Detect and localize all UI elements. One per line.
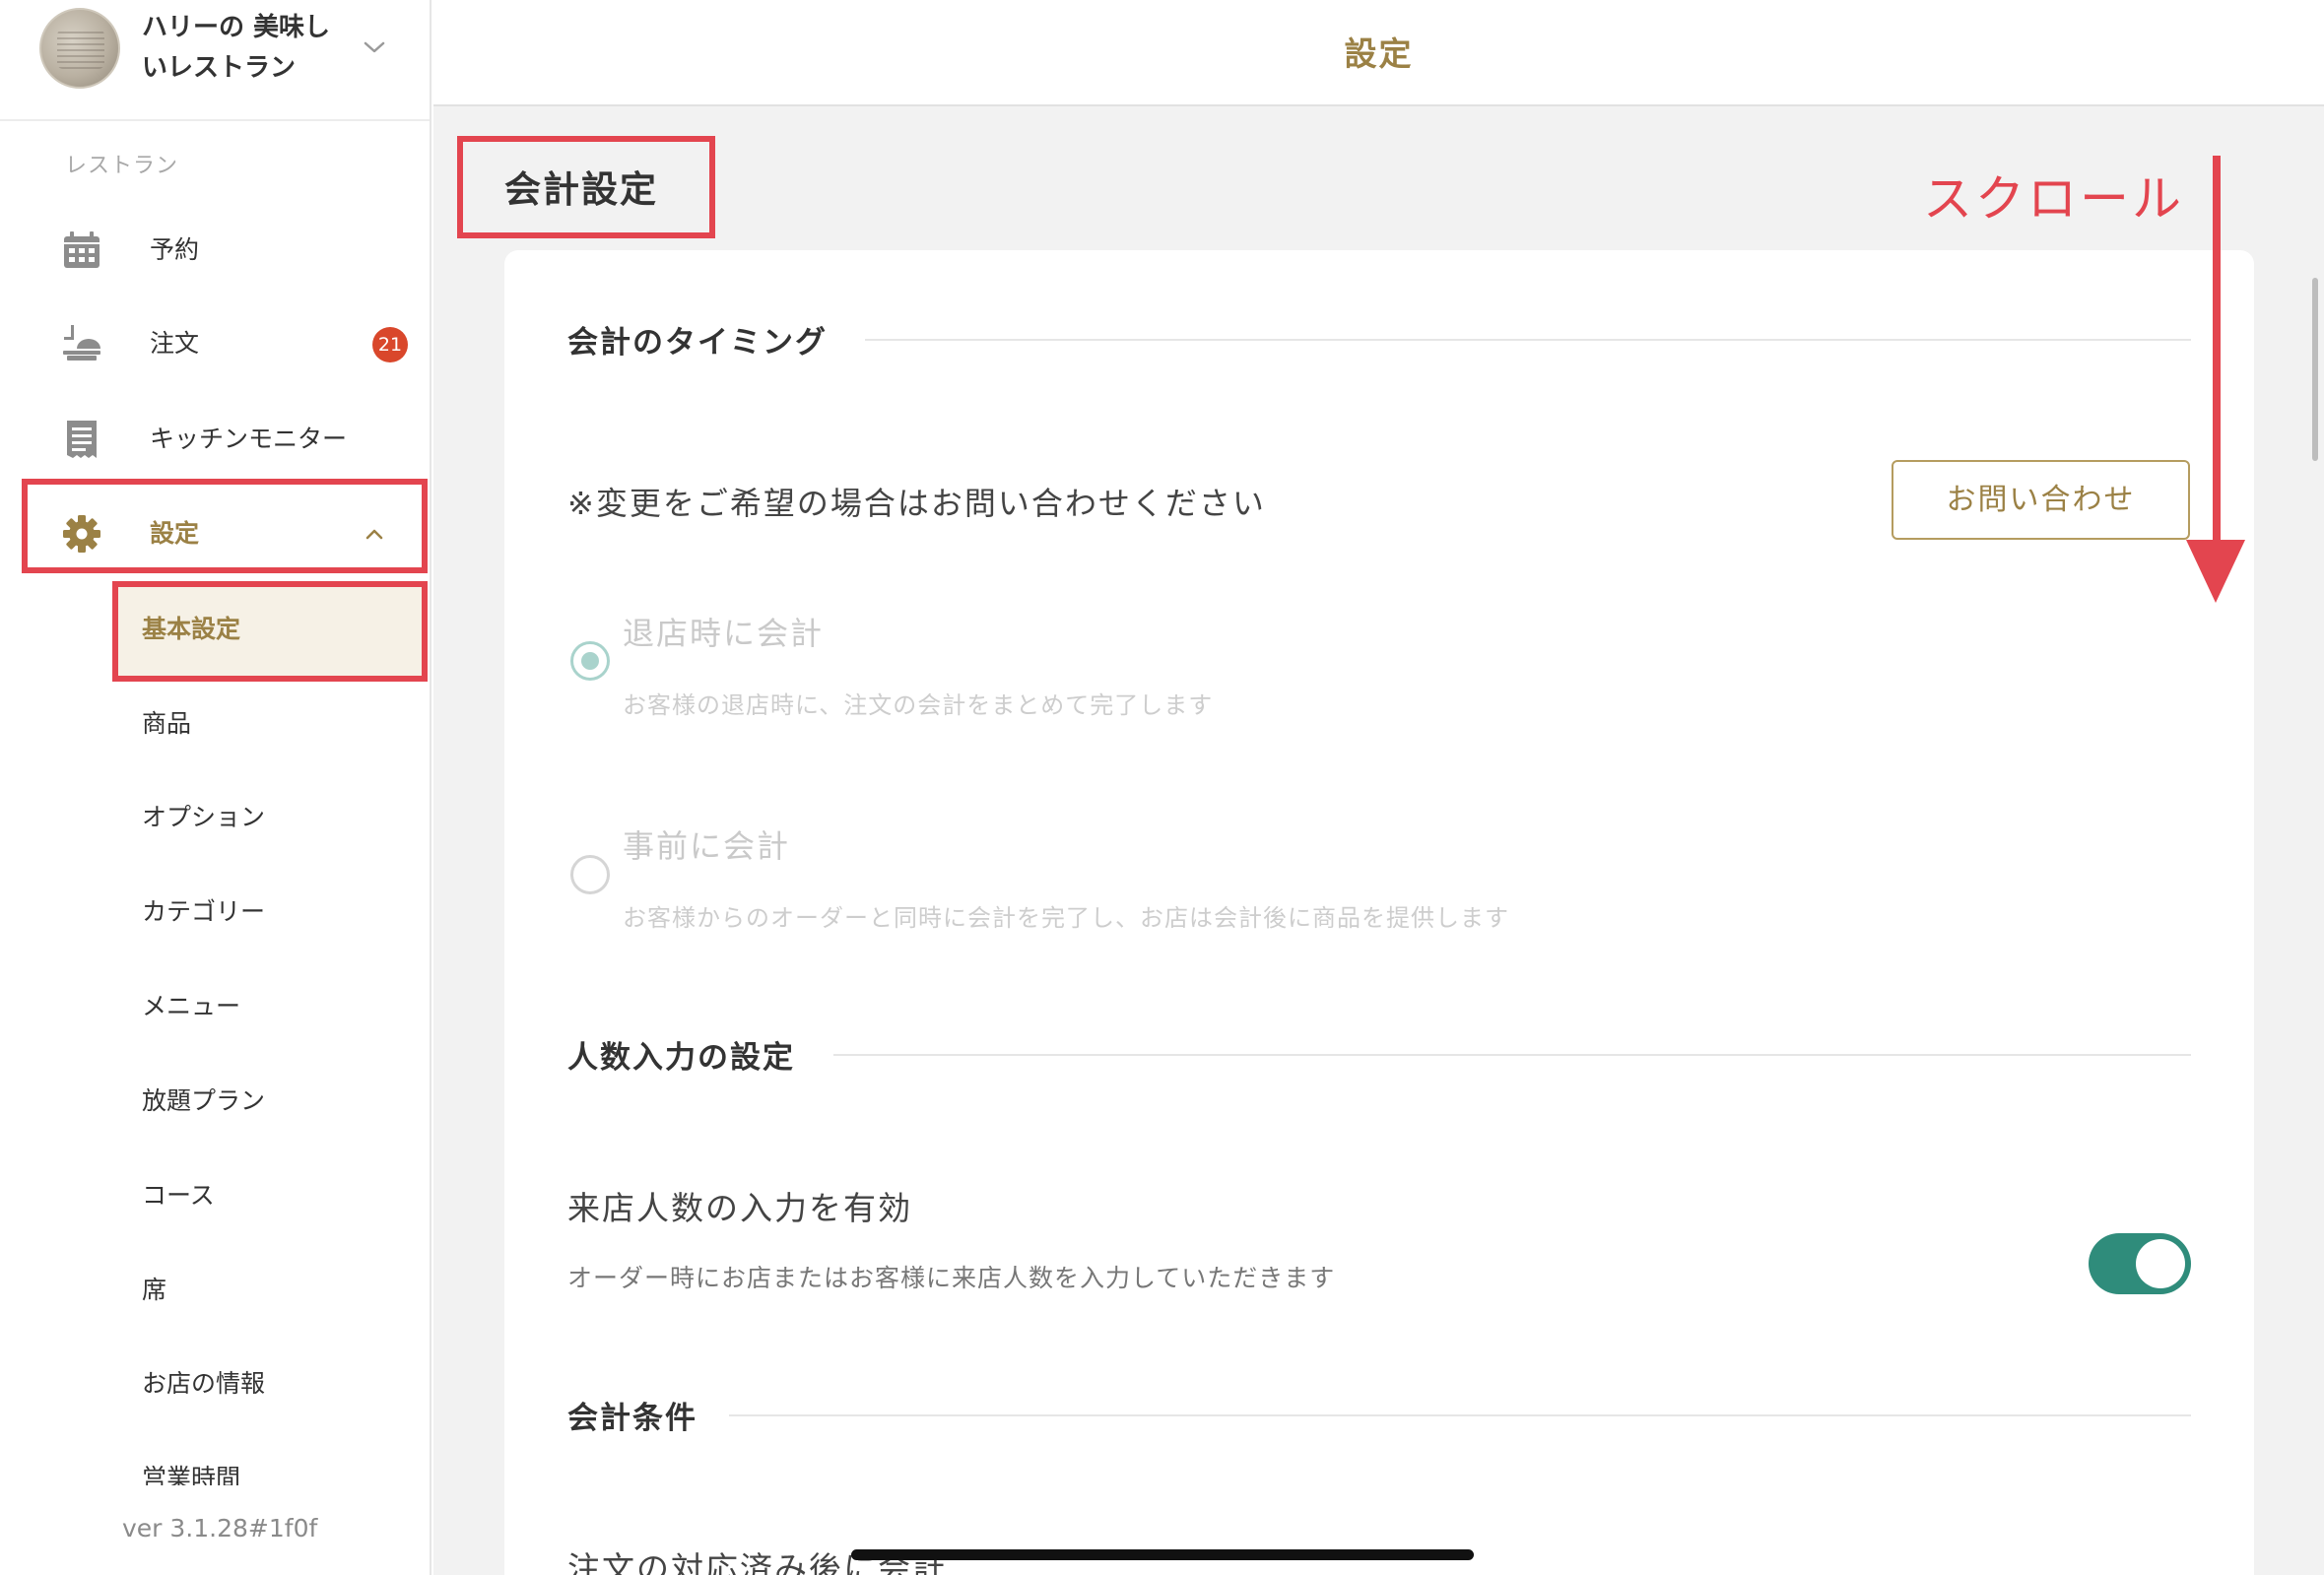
guest-count-description: オーダー時にお店またはお客様に来店人数を入力していただきます (567, 1264, 1336, 1292)
sidebar-item-label: 予約 (150, 235, 200, 264)
food-tray-icon (63, 325, 100, 361)
group-title-guest-count: 人数入力の設定 (567, 1040, 795, 1076)
sub-item-categories[interactable]: カテゴリー (142, 897, 265, 927)
receipt-icon (67, 421, 97, 458)
annotation-highlight-settings (22, 479, 428, 573)
restaurant-avatar (39, 8, 120, 89)
sidebar-item-reservations[interactable]: 予約 (0, 211, 430, 290)
sub-item-store-info[interactable]: お店の情報 (142, 1369, 265, 1399)
page-title: 設定 (1344, 34, 1414, 73)
chevron-down-icon[interactable] (363, 35, 386, 59)
group-title-checkout-timing: 会計のタイミング (567, 325, 828, 361)
sidebar-item-orders[interactable]: 注文 21 (0, 305, 430, 384)
divider (865, 339, 2191, 341)
app-version: ver 3.1.28#1f0f (122, 1514, 318, 1542)
calendar-icon (64, 231, 100, 268)
sub-item-menu[interactable]: メニュー (142, 992, 240, 1021)
sub-item-options[interactable]: オプション (142, 803, 265, 832)
sub-item-business-hours[interactable]: 営業時間 (142, 1464, 240, 1485)
top-bar: 設定 (433, 0, 2324, 106)
sidebar: ハリーの 美味しいレストラン レストラン 予約 注文 21 キッチンモニター 設… (0, 0, 432, 1575)
contact-button[interactable]: お問い合わせ (1892, 460, 2190, 540)
restaurant-switcher[interactable]: ハリーの 美味しいレストラン (0, 0, 430, 121)
change-notice: ※変更をご希望の場合はお問い合わせください (567, 485, 1266, 522)
restaurant-name: ハリーの 美味しいレストラン (142, 13, 331, 83)
sub-item-all-you-can-plan[interactable]: 放題プラン (142, 1086, 265, 1116)
option-title: 事前に会計 (623, 827, 791, 865)
option-description: お客様からのオーダーと同時に会計を完了し、お店は会計後に商品を提供します (623, 904, 1509, 932)
guest-count-label: 来店人数の入力を有効 (567, 1189, 912, 1227)
sub-item-course[interactable]: コース (142, 1181, 215, 1211)
radio-checkout-in-advance[interactable] (570, 855, 610, 894)
app: ハリーの 美味しいレストラン レストラン 予約 注文 21 キッチンモニター 設… (0, 0, 2324, 1575)
sub-item-products[interactable]: 商品 (142, 709, 191, 739)
scroll-arrow-head (2186, 540, 2245, 603)
sidebar-item-label: 注文 (150, 329, 200, 358)
scroll-arrow-line (2213, 156, 2221, 559)
annotation-highlight-basic-settings (112, 581, 428, 682)
radio-checkout-on-exit[interactable] (570, 641, 610, 681)
sub-item-seats[interactable]: 席 (142, 1276, 166, 1305)
divider (729, 1414, 2191, 1416)
option-description: お客様の退店時に、注文の会計をまとめて完了します (623, 691, 1214, 719)
guest-count-toggle[interactable] (2089, 1233, 2191, 1294)
sidebar-item-label: キッチンモニター (150, 425, 348, 453)
option-title: 退店時に会計 (623, 615, 825, 652)
sidebar-section-label: レストラン (65, 154, 179, 178)
divider (833, 1054, 2191, 1056)
scroll-annotation-text: スクロール (1923, 170, 2184, 228)
sidebar-item-kitchen-monitor[interactable]: キッチンモニター (0, 399, 430, 478)
scrollbar[interactable] (2312, 278, 2318, 461)
orders-count-badge: 21 (372, 327, 408, 362)
group-title-checkout-conditions: 会計条件 (567, 1401, 697, 1436)
home-indicator[interactable] (851, 1549, 1474, 1560)
annotation-highlight-section-title (457, 136, 715, 238)
